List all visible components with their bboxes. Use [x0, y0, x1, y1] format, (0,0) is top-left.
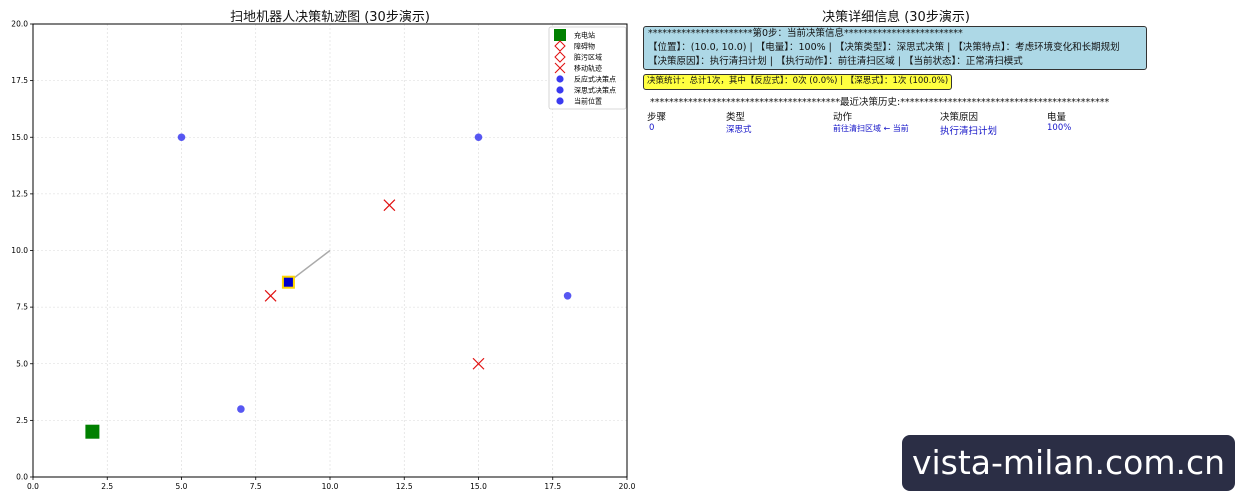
info-line-position: 【位置】：(10.0, 10.0) | 【电量】：100% | 【决策类型】：深… [648, 42, 1120, 53]
legend-marker-point [556, 97, 564, 105]
history-header-type: 类型 [726, 112, 746, 123]
history-header-reason: 决策原因 [940, 112, 979, 123]
charging-station-marker [85, 424, 100, 439]
dirty-area-marker [383, 199, 396, 212]
history-row-step: 0 [649, 123, 655, 133]
history-row-action: 前往清扫区域 ← 当前 [833, 124, 909, 133]
history-row-reason: 执行清扫计划 [940, 126, 998, 137]
x-tick-label: 15.0 [470, 482, 487, 491]
right-panel-title: 决策详细信息 (30步演示) [822, 10, 970, 25]
legend-marker-point [556, 75, 564, 83]
info-line-reason: 【决策原因】：执行清扫计划 | 【执行动作】：前往清扫区域 | 【当前状态】：正… [648, 56, 1023, 67]
y-tick-label: 15.0 [11, 133, 28, 142]
y-tick-label: 12.5 [11, 189, 28, 198]
history-header-battery: 电量 [1047, 112, 1067, 123]
legend-label: 充电站 [574, 31, 595, 40]
history-title: ****************************************… [650, 97, 1110, 108]
current-position-marker [281, 275, 295, 289]
y-tick-label: 7.5 [16, 303, 28, 312]
y-tick-label: 17.5 [11, 76, 28, 85]
x-tick-label: 12.5 [396, 482, 413, 491]
history-row-type: 深思式 [726, 125, 752, 135]
y-tick-label: 0.0 [16, 473, 28, 482]
y-tick-label: 2.5 [16, 416, 28, 425]
x-tick-label: 17.5 [544, 482, 561, 491]
decision-info-box: **********************第0步：当前决策信息********… [643, 26, 1147, 70]
y-tick-label: 5.0 [16, 359, 28, 368]
decision-point-marker [474, 133, 483, 142]
info-line-header: **********************第0步：当前决策信息********… [648, 28, 963, 39]
decision-point-marker [563, 292, 572, 300]
history-header-step: 步骤 [647, 112, 667, 123]
x-tick-label: 2.5 [101, 482, 113, 491]
legend-label: 当前位置 [574, 97, 602, 106]
x-tick-label: 20.0 [619, 482, 636, 491]
decision-point-marker [177, 133, 186, 142]
x-tick-label: 10.0 [322, 482, 339, 491]
legend-label: 深思式决策点 [574, 86, 616, 95]
history-header-action: 动作 [833, 112, 853, 123]
legend: 充电站障碍物脏污区域移动轨迹反应式决策点深思式决策点当前位置 [548, 26, 627, 110]
y-tick-label: 20.0 [11, 20, 28, 29]
legend-label: 障碍物 [574, 42, 595, 51]
legend-label: 反应式决策点 [574, 75, 616, 84]
x-tick-label: 0.0 [27, 482, 39, 491]
legend-marker-point [556, 86, 564, 94]
chart-svg: 0.0 2.5 5.0 7.5 10.0 12.5 15.0 17.5 20.0 0.0 2.5 5.… [11, 20, 636, 492]
y-tick-label: 10.0 [11, 246, 28, 255]
x-tick-label: 7.5 [250, 482, 262, 491]
chart-title: 扫地机器人决策轨迹图 (30步演示) [230, 10, 430, 25]
legend-marker-charging [554, 29, 566, 41]
legend-label: 移动轨迹 [574, 64, 602, 73]
chart-marks [85, 133, 572, 439]
history-row-battery: 100% [1047, 123, 1072, 133]
dirty-area-marker [264, 289, 277, 302]
decision-point-marker [237, 405, 245, 413]
decision-stats-box: 决策统计：总计1次，其中【反应式】：0次 (0.0%) | 【深思式】：1次 (… [643, 74, 953, 90]
x-tick-label: 5.0 [176, 482, 188, 491]
legend-label: 脏污区域 [574, 53, 602, 62]
watermark: vista-milan.com.cn [902, 435, 1235, 491]
